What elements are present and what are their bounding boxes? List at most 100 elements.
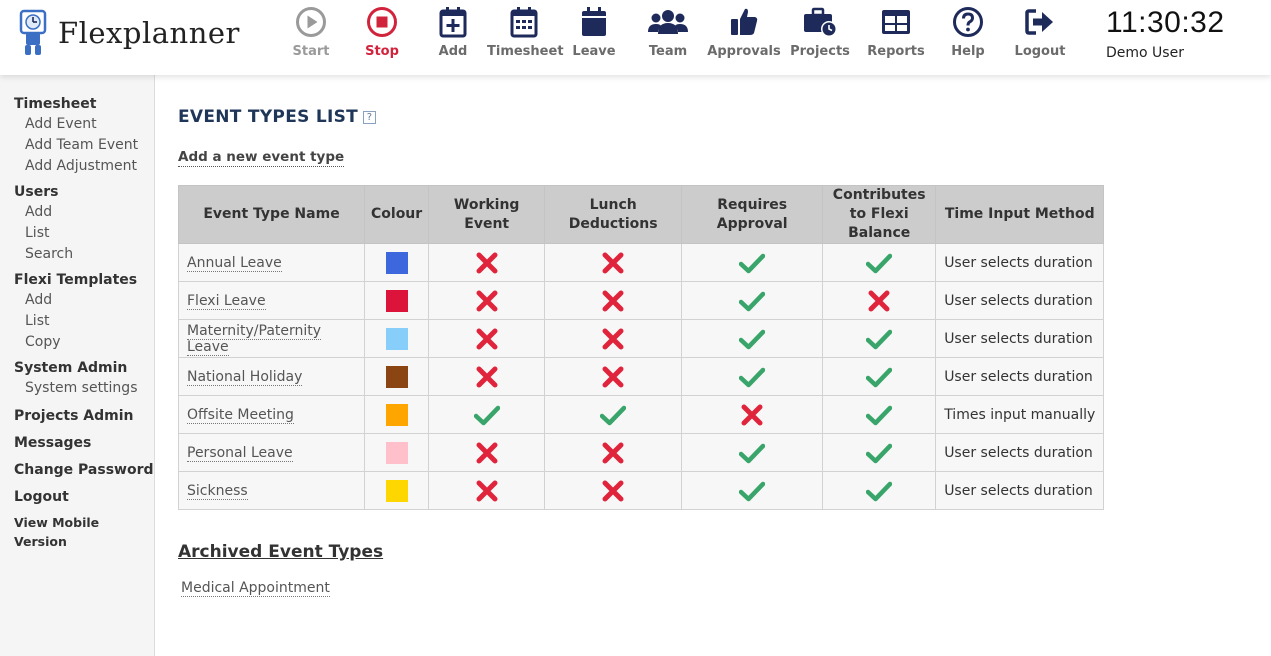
- nav-team[interactable]: Team: [631, 6, 705, 59]
- table-header-row: Event Type Name Colour Working Event Lun…: [178, 185, 1105, 244]
- sidebar-item-mobile-version[interactable]: View Mobile Version: [0, 513, 154, 551]
- cell-method: User selects duration: [935, 357, 1105, 396]
- sidebar-item-users-search[interactable]: Search: [0, 244, 154, 265]
- cross-icon: [602, 290, 624, 311]
- archived-event-types-heading[interactable]: Archived Event Types: [178, 542, 383, 562]
- cell-approval: [681, 319, 824, 358]
- nav-projects[interactable]: Projects: [783, 6, 857, 59]
- sidebar-item-add-event[interactable]: Add Event: [0, 114, 154, 135]
- event-type-link[interactable]: Annual Leave: [187, 254, 282, 272]
- nav-label: Approvals: [707, 44, 781, 59]
- help-icon[interactable]: ?: [363, 110, 377, 124]
- cell-colour: [363, 395, 430, 434]
- event-type-link[interactable]: Maternity/Paternity Leave: [187, 322, 322, 356]
- cell-flexi: [822, 243, 937, 282]
- cross-icon: [868, 290, 890, 311]
- check-icon: [739, 367, 766, 387]
- sidebar-item-flexi-add[interactable]: Add: [0, 290, 154, 311]
- cell-lunch: [544, 357, 683, 396]
- event-type-link[interactable]: Personal Leave: [187, 444, 293, 462]
- cell-lunch: [544, 395, 683, 434]
- nav-label: Timesheet: [487, 44, 564, 59]
- nav-label: Projects: [790, 44, 850, 59]
- cell-method: User selects duration: [935, 243, 1105, 282]
- app-name: Flexplanner: [58, 16, 240, 50]
- check-icon: [739, 291, 766, 311]
- sidebar-item-add-team-event[interactable]: Add Team Event: [0, 135, 154, 156]
- sidebar-item-change-password[interactable]: Change Password: [0, 461, 154, 480]
- clock: 11:30:32: [1106, 6, 1225, 39]
- colour-swatch: [385, 403, 408, 426]
- cell-name: Sickness: [178, 471, 365, 510]
- cross-icon: [476, 252, 498, 273]
- cell-name: Annual Leave: [178, 243, 365, 282]
- nav-stop[interactable]: Stop: [345, 6, 419, 59]
- cross-icon: [476, 442, 498, 463]
- sidebar-item-system-settings[interactable]: System settings: [0, 378, 154, 399]
- sidebar-item-projects-admin[interactable]: Projects Admin: [0, 407, 154, 426]
- sidebar-head-system-admin[interactable]: System Admin: [0, 359, 154, 378]
- nav-timesheet[interactable]: Timesheet: [487, 6, 564, 59]
- col-header-name: Event Type Name: [178, 185, 365, 244]
- nav-reports[interactable]: Reports: [859, 6, 933, 59]
- cell-colour: [363, 433, 430, 472]
- nav-label: Reports: [867, 44, 925, 59]
- cell-method: User selects duration: [935, 319, 1105, 358]
- check-icon: [866, 443, 893, 463]
- sidebar-item-messages[interactable]: Messages: [0, 434, 154, 453]
- nav-add[interactable]: Add: [416, 6, 490, 59]
- sidebar-item-users-list[interactable]: List: [0, 223, 154, 244]
- cell-approval: [681, 243, 824, 282]
- cell-flexi: [822, 281, 937, 320]
- event-type-link[interactable]: Flexi Leave: [187, 292, 266, 310]
- cell-name: Maternity/Paternity Leave: [178, 319, 365, 358]
- nav-start[interactable]: Start: [274, 6, 348, 59]
- cell-lunch: [544, 281, 683, 320]
- nav-help[interactable]: Help: [931, 6, 1005, 59]
- calendar-plus-icon: [439, 7, 467, 38]
- archived-item-link[interactable]: Medical Appointment: [181, 580, 330, 597]
- nav-approvals[interactable]: Approvals: [707, 6, 781, 59]
- event-type-link[interactable]: Sickness: [187, 482, 248, 500]
- cell-flexi: [822, 319, 937, 358]
- table-body: Annual Leave User selects duration Flexi L…: [178, 243, 1105, 510]
- cross-icon: [602, 366, 624, 387]
- sidebar-item-flexi-copy[interactable]: Copy: [0, 332, 154, 353]
- table-row: Personal Leave User selects duration: [178, 433, 1105, 472]
- cross-icon: [476, 290, 498, 311]
- sidebar: Timesheet Add Event Add Team Event Add A…: [0, 75, 155, 656]
- calendar-grid-icon: [510, 7, 538, 38]
- nav-label: Leave: [572, 44, 616, 59]
- app-logo[interactable]: Flexplanner: [18, 8, 240, 58]
- cell-colour: [363, 243, 430, 282]
- sidebar-head-timesheet[interactable]: Timesheet: [0, 95, 154, 114]
- table-row: Annual Leave User selects duration: [178, 243, 1105, 282]
- sidebar-head-flexi-templates[interactable]: Flexi Templates: [0, 271, 154, 290]
- cell-approval: [681, 433, 824, 472]
- sidebar-item-users-add[interactable]: Add: [0, 202, 154, 223]
- nav-label: Stop: [365, 44, 399, 59]
- check-icon: [739, 443, 766, 463]
- table-row: Maternity/Paternity Leave User selects du…: [178, 319, 1105, 358]
- cell-name: Offsite Meeting: [178, 395, 365, 434]
- sidebar-item-flexi-list[interactable]: List: [0, 311, 154, 332]
- sidebar-item-add-adjustment[interactable]: Add Adjustment: [0, 156, 154, 177]
- cell-name: Flexi Leave: [178, 281, 365, 320]
- check-icon: [739, 253, 766, 273]
- cell-approval: [681, 357, 824, 396]
- event-type-link[interactable]: Offsite Meeting: [187, 406, 294, 424]
- check-icon: [866, 253, 893, 273]
- current-user: Demo User: [1106, 45, 1184, 61]
- add-event-type-link[interactable]: Add a new event type: [178, 149, 345, 167]
- cell-working: [428, 243, 546, 282]
- sidebar-item-logout[interactable]: Logout: [0, 488, 154, 507]
- cell-lunch: [544, 471, 683, 510]
- nav-logout[interactable]: Logout: [1003, 6, 1077, 59]
- event-type-link[interactable]: National Holiday: [187, 368, 303, 386]
- nav-leave[interactable]: Leave: [557, 6, 631, 59]
- cell-lunch: [544, 319, 683, 358]
- cell-working: [428, 395, 546, 434]
- sidebar-head-users[interactable]: Users: [0, 183, 154, 202]
- cell-colour: [363, 281, 430, 320]
- page-title: EVENT TYPES LIST: [178, 107, 359, 127]
